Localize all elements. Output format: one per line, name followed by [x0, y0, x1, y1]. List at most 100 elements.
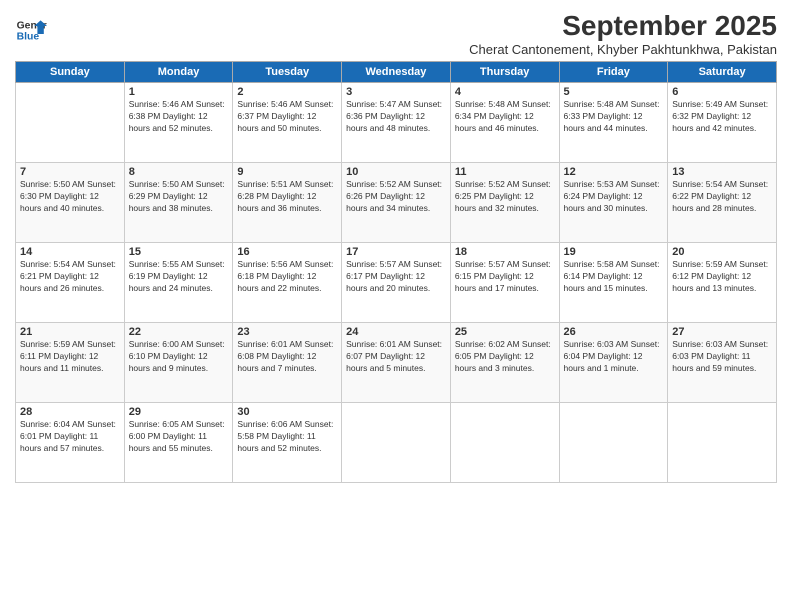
title-block: September 2025 Cherat Cantonement, Khybe… [469, 10, 777, 57]
day-cell: 9Sunrise: 5:51 AM Sunset: 6:28 PM Daylig… [233, 163, 342, 243]
day-number: 30 [237, 406, 337, 418]
day-info: Sunrise: 5:57 AM Sunset: 6:15 PM Dayligh… [455, 259, 555, 295]
day-cell [16, 83, 125, 163]
day-info: Sunrise: 6:03 AM Sunset: 6:04 PM Dayligh… [564, 339, 664, 375]
day-number: 6 [672, 86, 772, 98]
day-number: 27 [672, 326, 772, 338]
svg-text:Blue: Blue [17, 32, 40, 43]
day-info: Sunrise: 6:01 AM Sunset: 6:08 PM Dayligh… [237, 339, 337, 375]
day-info: Sunrise: 5:59 AM Sunset: 6:12 PM Dayligh… [672, 259, 772, 295]
page: General Blue September 2025 Cherat Canto… [0, 0, 792, 612]
header-row: Sunday Monday Tuesday Wednesday Thursday… [16, 62, 777, 83]
day-cell: 1Sunrise: 5:46 AM Sunset: 6:38 PM Daylig… [124, 83, 233, 163]
col-wednesday: Wednesday [342, 62, 451, 83]
day-cell [450, 403, 559, 483]
day-cell: 19Sunrise: 5:58 AM Sunset: 6:14 PM Dayli… [559, 243, 668, 323]
calendar-body: 1Sunrise: 5:46 AM Sunset: 6:38 PM Daylig… [16, 83, 777, 483]
day-info: Sunrise: 5:55 AM Sunset: 6:19 PM Dayligh… [129, 259, 229, 295]
main-title: September 2025 [469, 10, 777, 42]
day-cell: 27Sunrise: 6:03 AM Sunset: 6:03 PM Dayli… [668, 323, 777, 403]
day-cell: 14Sunrise: 5:54 AM Sunset: 6:21 PM Dayli… [16, 243, 125, 323]
col-thursday: Thursday [450, 62, 559, 83]
day-info: Sunrise: 6:00 AM Sunset: 6:10 PM Dayligh… [129, 339, 229, 375]
week-row-4: 21Sunrise: 5:59 AM Sunset: 6:11 PM Dayli… [16, 323, 777, 403]
week-row-1: 1Sunrise: 5:46 AM Sunset: 6:38 PM Daylig… [16, 83, 777, 163]
day-info: Sunrise: 5:57 AM Sunset: 6:17 PM Dayligh… [346, 259, 446, 295]
col-saturday: Saturday [668, 62, 777, 83]
day-cell: 17Sunrise: 5:57 AM Sunset: 6:17 PM Dayli… [342, 243, 451, 323]
day-info: Sunrise: 5:52 AM Sunset: 6:25 PM Dayligh… [455, 179, 555, 215]
week-row-5: 28Sunrise: 6:04 AM Sunset: 6:01 PM Dayli… [16, 403, 777, 483]
calendar-table: Sunday Monday Tuesday Wednesday Thursday… [15, 61, 777, 483]
day-number: 20 [672, 246, 772, 258]
day-number: 2 [237, 86, 337, 98]
day-cell [342, 403, 451, 483]
day-number: 4 [455, 86, 555, 98]
day-info: Sunrise: 6:02 AM Sunset: 6:05 PM Dayligh… [455, 339, 555, 375]
day-number: 7 [20, 166, 120, 178]
day-cell: 28Sunrise: 6:04 AM Sunset: 6:01 PM Dayli… [16, 403, 125, 483]
day-info: Sunrise: 5:50 AM Sunset: 6:30 PM Dayligh… [20, 179, 120, 215]
col-tuesday: Tuesday [233, 62, 342, 83]
day-cell: 12Sunrise: 5:53 AM Sunset: 6:24 PM Dayli… [559, 163, 668, 243]
day-number: 9 [237, 166, 337, 178]
week-row-3: 14Sunrise: 5:54 AM Sunset: 6:21 PM Dayli… [16, 243, 777, 323]
day-number: 12 [564, 166, 664, 178]
day-cell: 15Sunrise: 5:55 AM Sunset: 6:19 PM Dayli… [124, 243, 233, 323]
day-info: Sunrise: 5:50 AM Sunset: 6:29 PM Dayligh… [129, 179, 229, 215]
day-cell: 26Sunrise: 6:03 AM Sunset: 6:04 PM Dayli… [559, 323, 668, 403]
day-cell [559, 403, 668, 483]
day-cell: 18Sunrise: 5:57 AM Sunset: 6:15 PM Dayli… [450, 243, 559, 323]
day-cell: 20Sunrise: 5:59 AM Sunset: 6:12 PM Dayli… [668, 243, 777, 323]
day-cell: 22Sunrise: 6:00 AM Sunset: 6:10 PM Dayli… [124, 323, 233, 403]
day-info: Sunrise: 6:06 AM Sunset: 5:58 PM Dayligh… [237, 419, 337, 455]
day-number: 28 [20, 406, 120, 418]
logo-icon: General Blue [15, 14, 47, 46]
logo: General Blue [15, 14, 47, 46]
col-sunday: Sunday [16, 62, 125, 83]
day-cell: 2Sunrise: 5:46 AM Sunset: 6:37 PM Daylig… [233, 83, 342, 163]
day-cell: 10Sunrise: 5:52 AM Sunset: 6:26 PM Dayli… [342, 163, 451, 243]
day-cell: 8Sunrise: 5:50 AM Sunset: 6:29 PM Daylig… [124, 163, 233, 243]
day-info: Sunrise: 5:47 AM Sunset: 6:36 PM Dayligh… [346, 99, 446, 135]
day-info: Sunrise: 5:54 AM Sunset: 6:21 PM Dayligh… [20, 259, 120, 295]
day-number: 24 [346, 326, 446, 338]
day-info: Sunrise: 5:59 AM Sunset: 6:11 PM Dayligh… [20, 339, 120, 375]
week-row-2: 7Sunrise: 5:50 AM Sunset: 6:30 PM Daylig… [16, 163, 777, 243]
day-cell: 13Sunrise: 5:54 AM Sunset: 6:22 PM Dayli… [668, 163, 777, 243]
day-info: Sunrise: 5:51 AM Sunset: 6:28 PM Dayligh… [237, 179, 337, 215]
day-cell: 29Sunrise: 6:05 AM Sunset: 6:00 PM Dayli… [124, 403, 233, 483]
day-cell: 16Sunrise: 5:56 AM Sunset: 6:18 PM Dayli… [233, 243, 342, 323]
day-number: 13 [672, 166, 772, 178]
day-number: 22 [129, 326, 229, 338]
day-number: 10 [346, 166, 446, 178]
day-info: Sunrise: 5:58 AM Sunset: 6:14 PM Dayligh… [564, 259, 664, 295]
header: General Blue September 2025 Cherat Canto… [15, 10, 777, 57]
day-number: 25 [455, 326, 555, 338]
day-cell: 6Sunrise: 5:49 AM Sunset: 6:32 PM Daylig… [668, 83, 777, 163]
day-info: Sunrise: 5:48 AM Sunset: 6:34 PM Dayligh… [455, 99, 555, 135]
day-number: 14 [20, 246, 120, 258]
day-cell: 5Sunrise: 5:48 AM Sunset: 6:33 PM Daylig… [559, 83, 668, 163]
day-number: 17 [346, 246, 446, 258]
day-info: Sunrise: 5:46 AM Sunset: 6:38 PM Dayligh… [129, 99, 229, 135]
day-cell: 11Sunrise: 5:52 AM Sunset: 6:25 PM Dayli… [450, 163, 559, 243]
day-cell: 24Sunrise: 6:01 AM Sunset: 6:07 PM Dayli… [342, 323, 451, 403]
day-number: 23 [237, 326, 337, 338]
day-info: Sunrise: 5:54 AM Sunset: 6:22 PM Dayligh… [672, 179, 772, 215]
day-number: 21 [20, 326, 120, 338]
day-info: Sunrise: 5:49 AM Sunset: 6:32 PM Dayligh… [672, 99, 772, 135]
day-cell: 7Sunrise: 5:50 AM Sunset: 6:30 PM Daylig… [16, 163, 125, 243]
col-monday: Monday [124, 62, 233, 83]
subtitle: Cherat Cantonement, Khyber Pakhtunkhwa, … [469, 42, 777, 57]
col-friday: Friday [559, 62, 668, 83]
day-number: 26 [564, 326, 664, 338]
day-info: Sunrise: 5:56 AM Sunset: 6:18 PM Dayligh… [237, 259, 337, 295]
day-number: 8 [129, 166, 229, 178]
day-number: 11 [455, 166, 555, 178]
day-info: Sunrise: 5:53 AM Sunset: 6:24 PM Dayligh… [564, 179, 664, 215]
day-number: 19 [564, 246, 664, 258]
day-info: Sunrise: 6:05 AM Sunset: 6:00 PM Dayligh… [129, 419, 229, 455]
day-info: Sunrise: 5:52 AM Sunset: 6:26 PM Dayligh… [346, 179, 446, 215]
day-cell: 25Sunrise: 6:02 AM Sunset: 6:05 PM Dayli… [450, 323, 559, 403]
